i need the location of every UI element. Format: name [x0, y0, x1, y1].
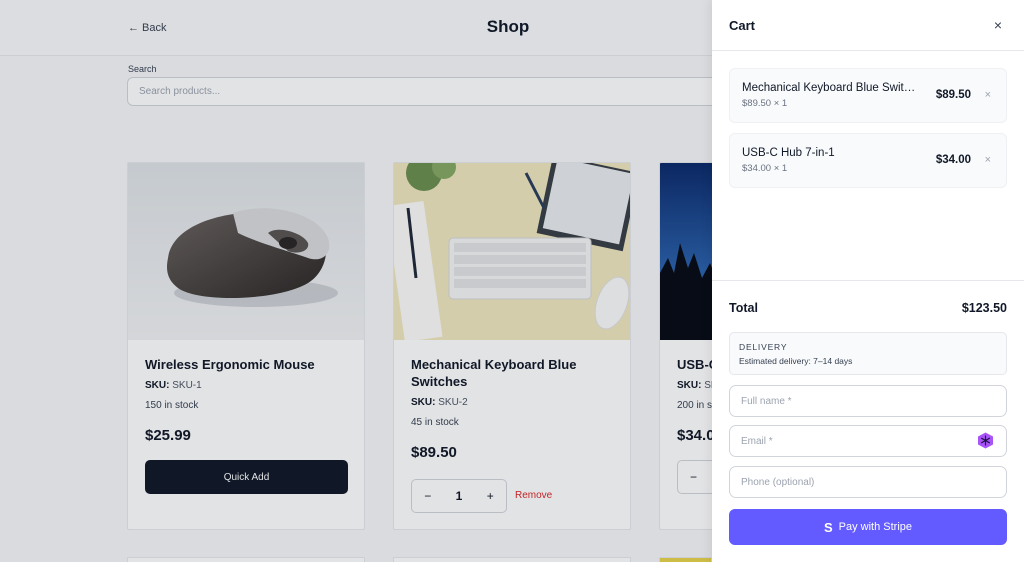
delivery-estimate: Estimated delivery: 7–14 days	[739, 356, 853, 366]
pay-with-stripe-button[interactable]: S Pay with Stripe	[729, 509, 1007, 545]
cart-drawer: Cart × Mechanical Keyboard Blue Switches…	[712, 0, 1024, 562]
cart-item-price: $89.50	[935, 89, 971, 101]
delivery-info: DELIVERY Estimated delivery: 7–14 days	[729, 332, 1007, 375]
cart-item-price: $34.00	[935, 154, 971, 166]
cart-title: Cart	[729, 18, 756, 33]
cart-item-name: Mechanical Keyboard Blue Switches	[742, 82, 920, 94]
remove-item-icon[interactable]: ×	[985, 89, 991, 101]
cart-item-subtotal: $34.00 × 1	[742, 163, 788, 174]
cart-header: Cart ×	[712, 0, 1024, 51]
email-field[interactable]	[729, 425, 1007, 457]
total-value: $123.50	[961, 301, 1007, 315]
password-manager-icon[interactable]	[977, 432, 994, 449]
close-icon[interactable]: ×	[994, 17, 1002, 33]
total-label: Total	[729, 301, 758, 315]
stripe-s-icon: S	[823, 519, 833, 535]
cart-item-name: USB-C Hub 7-in-1	[742, 147, 835, 159]
cart-item: Mechanical Keyboard Blue Switches $89.50…	[729, 68, 1007, 123]
pay-button-label: Pay with Stripe	[838, 521, 913, 533]
cart-item: USB-C Hub 7-in-1 $34.00 × 1 $34.00 ×	[729, 133, 1007, 188]
full-name-field[interactable]	[729, 385, 1007, 417]
remove-item-icon[interactable]: ×	[985, 154, 991, 166]
delivery-title: DELIVERY	[739, 342, 788, 352]
phone-field[interactable]	[729, 466, 1007, 498]
checkout-section: Total $123.50 DELIVERY Estimated deliver…	[712, 280, 1024, 562]
cart-item-subtotal: $89.50 × 1	[742, 98, 788, 109]
